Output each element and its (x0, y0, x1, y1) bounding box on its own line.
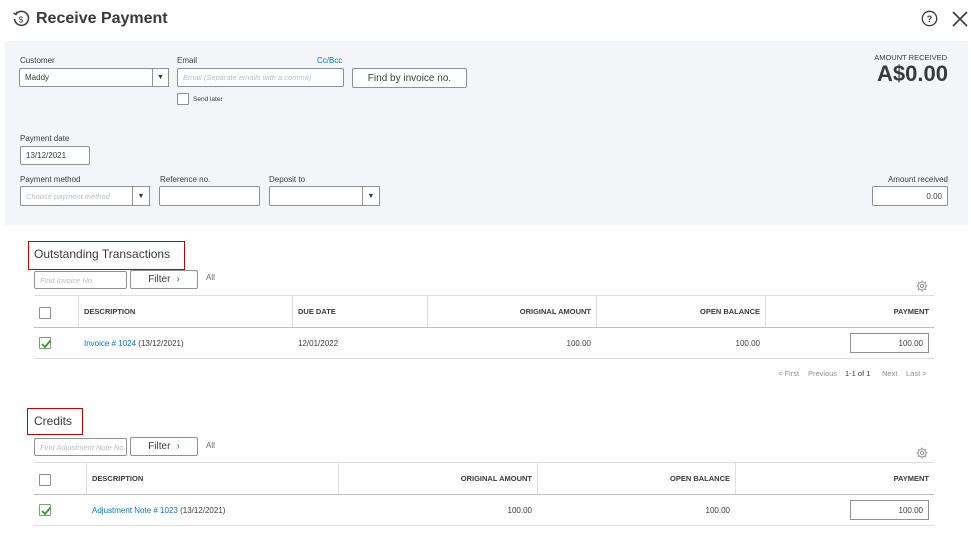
email-label: Email (177, 56, 198, 65)
customer-label: Customer (20, 56, 55, 65)
caret-down-icon: ▼ (367, 192, 375, 200)
email-input[interactable]: Email (Separate emails with a comma) (177, 68, 344, 87)
outstanding-select-all-checkbox[interactable] (39, 307, 51, 319)
outstanding-title: Outstanding Transactions (34, 247, 171, 261)
payment-method-label: Payment method (20, 175, 81, 184)
filter-label: Filter (148, 441, 171, 452)
col-divider (765, 295, 766, 327)
caret-down-icon: ▼ (157, 74, 164, 81)
pager-range: 1-1 of 1 (845, 369, 871, 378)
send-later-label: Send later (193, 96, 223, 103)
col-divider (735, 462, 736, 494)
col-header-open-balance[interactable]: OPEN BALANCE (540, 474, 730, 483)
row-payment-input[interactable]: 100.00 (850, 333, 929, 353)
outstanding-filter-button[interactable]: Filter › (130, 270, 198, 289)
payment-method-dropdown-button[interactable]: ▼ (132, 186, 150, 206)
credits-row-checkbox[interactable] (39, 504, 52, 516)
payment-history-icon[interactable]: $ (12, 10, 30, 28)
outstanding-row-checkbox[interactable] (39, 337, 52, 349)
credits-search-input[interactable]: Find Adjustment Note No. (34, 438, 127, 456)
adjustment-note-link[interactable]: Adjustment Note # 1023 (92, 506, 178, 515)
col-divider (86, 462, 87, 494)
col-divider (537, 462, 538, 494)
col-header-due-date[interactable]: DUE DATE (298, 307, 336, 316)
filter-label: Filter (148, 274, 171, 285)
col-header-original-amount[interactable]: ORIGINAL AMOUNT (340, 474, 532, 483)
outstanding-search-input[interactable]: Find Invoice No. (34, 271, 127, 289)
payment-date-label: Payment date (20, 134, 70, 143)
col-divider (427, 295, 428, 327)
col-divider (338, 462, 339, 494)
pager-previous[interactable]: Previous (808, 369, 837, 378)
gear-icon[interactable] (916, 280, 928, 292)
close-icon[interactable] (951, 10, 969, 28)
ccbcc-link[interactable]: Cc/Bcc (317, 56, 342, 65)
customer-dropdown-button[interactable]: ▼ (152, 68, 169, 87)
outstanding-header-border (34, 327, 934, 328)
find-by-invoice-button[interactable]: Find by invoice no. (352, 68, 467, 88)
table-row-description: Invoice # 1024 (13/12/2021) (84, 339, 184, 348)
gear-icon[interactable] (916, 447, 928, 459)
send-later-checkbox[interactable] (177, 93, 189, 105)
deposit-to-select[interactable] (269, 186, 363, 206)
col-header-payment[interactable]: PAYMENT (740, 474, 929, 483)
pager-next[interactable]: Next (882, 369, 897, 378)
credits-filter-button[interactable]: Filter › (130, 437, 198, 456)
col-header-description[interactable]: DESCRIPTION (92, 474, 143, 483)
amount-received-label: Amount received (887, 175, 948, 184)
amount-received-input[interactable]: 0.00 (872, 186, 948, 206)
credits-table-top-border (34, 462, 934, 463)
col-header-description[interactable]: DESCRIPTION (84, 307, 135, 316)
col-header-open-balance[interactable]: OPEN BALANCE (600, 307, 760, 316)
chevron-right-icon: › (176, 441, 180, 452)
adjustment-note-date: (13/12/2021) (180, 506, 226, 515)
payment-method-select[interactable]: Choose payment method (20, 186, 133, 206)
page-header: $ Receive Payment ? (0, 0, 971, 40)
deposit-to-label: Deposit to (269, 175, 306, 184)
credits-title: Credits (34, 414, 73, 428)
row-original-amount: 100.00 (566, 339, 591, 348)
customer-select[interactable]: Maddy (19, 68, 153, 87)
reference-input[interactable] (159, 186, 260, 206)
page-title: Receive Payment (36, 10, 168, 27)
row-original-amount: 100.00 (507, 506, 532, 515)
deposit-to-dropdown-button[interactable]: ▼ (362, 186, 380, 206)
outstanding-row-border (34, 358, 934, 359)
row-open-balance: 100.00 (735, 339, 760, 348)
reference-label: Reference no. (160, 175, 211, 184)
outstanding-table-top-border (34, 295, 934, 296)
invoice-link[interactable]: Invoice # 1024 (84, 339, 136, 348)
payment-date-input[interactable]: 13/12/2021 (20, 146, 90, 165)
col-divider (596, 295, 597, 327)
row-payment-input[interactable]: 100.00 (850, 500, 929, 520)
outstanding-all-label: All (206, 273, 215, 282)
caret-down-icon: ▼ (137, 192, 145, 200)
table-row-description: Adjustment Note # 1023 (13/12/2021) (92, 506, 225, 515)
col-divider (292, 295, 293, 327)
invoice-date: (13/12/2021) (138, 339, 184, 348)
help-icon[interactable]: ? (921, 10, 938, 27)
checkmark-icon (41, 339, 52, 349)
pager-last[interactable]: Last > (906, 369, 927, 378)
row-open-balance: 100.00 (705, 506, 730, 515)
credits-row-border (34, 525, 934, 526)
col-divider (78, 295, 79, 327)
chevron-right-icon: › (176, 274, 180, 285)
svg-text:$: $ (19, 16, 24, 25)
svg-text:?: ? (927, 14, 933, 24)
col-header-payment[interactable]: PAYMENT (770, 307, 929, 316)
row-due-date: 12/01/2022 (298, 339, 339, 348)
amount-received-total: A$0.00 (877, 61, 948, 86)
col-header-original-amount[interactable]: ORIGINAL AMOUNT (430, 307, 591, 316)
pager-first[interactable]: < First (778, 369, 799, 378)
credits-all-label: All (206, 441, 215, 450)
credits-select-all-checkbox[interactable] (39, 474, 51, 486)
checkmark-icon (41, 506, 52, 516)
credits-header-border (34, 494, 934, 495)
